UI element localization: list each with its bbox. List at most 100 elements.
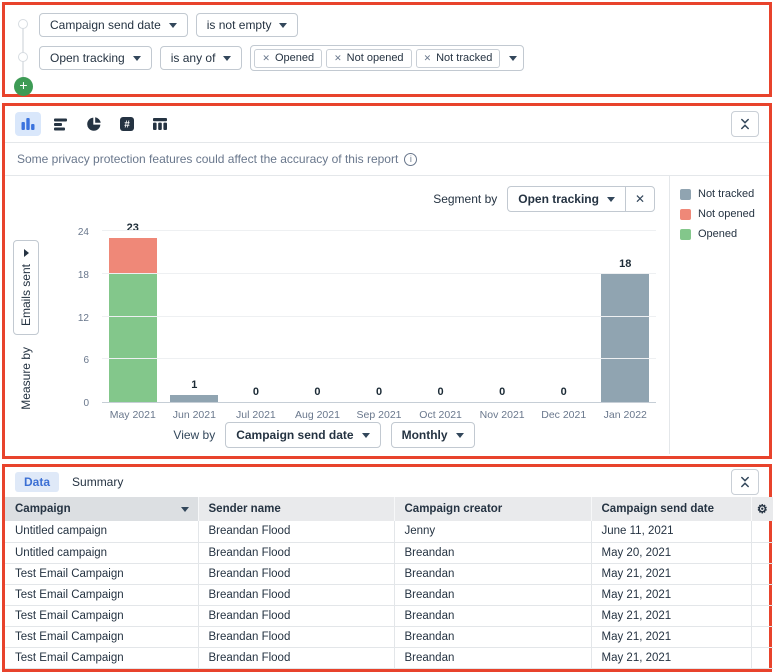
- table-row[interactable]: Test Email CampaignBreandan FloodBreanda…: [5, 626, 773, 647]
- chart-legend: Not tracked Not opened Opened: [669, 176, 769, 454]
- horizontal-bar-chart-icon[interactable]: [48, 112, 74, 136]
- measure-by-dropdown[interactable]: Emails sent: [13, 240, 39, 335]
- legend-swatch: [680, 189, 691, 200]
- table-cell: [751, 647, 773, 668]
- y-tick-label: 6: [83, 355, 89, 366]
- measure-by-value: Emails sent: [19, 264, 33, 326]
- measure-by-label: Measure by: [19, 347, 33, 410]
- view-interval-dropdown[interactable]: Monthly: [391, 422, 475, 448]
- table-cell: [751, 626, 773, 647]
- column-header[interactable]: Campaign send date: [591, 497, 751, 521]
- filter-field-dropdown[interactable]: Campaign send date: [39, 13, 188, 37]
- filter-field-dropdown[interactable]: Open tracking: [39, 46, 152, 70]
- table-row[interactable]: Untitled campaignBreandan FloodJennyJune…: [5, 521, 773, 542]
- table-report-icon[interactable]: [147, 112, 173, 136]
- number-report-icon[interactable]: #: [114, 112, 140, 136]
- table-row[interactable]: Untitled campaignBreandan FloodBreandanM…: [5, 542, 773, 563]
- tab-data[interactable]: Data: [15, 472, 59, 492]
- table-cell: [751, 605, 773, 626]
- bar-value-label: 0: [314, 386, 320, 398]
- filter-operator-dropdown[interactable]: is not empty: [196, 13, 299, 37]
- view-interval-value: Monthly: [402, 428, 448, 442]
- bar-slot: 0: [471, 231, 533, 402]
- column-header-label: Campaign creator: [405, 503, 503, 515]
- y-axis-ticks: 06121824: [67, 231, 95, 403]
- remove-chip-icon[interactable]: ✕: [334, 53, 342, 64]
- table-cell: Breandan: [394, 542, 591, 563]
- table-cell: May 21, 2021: [591, 563, 751, 584]
- column-header-label: Campaign send date: [602, 503, 714, 515]
- column-header[interactable]: Campaign creator: [394, 497, 591, 521]
- bar-segment-not-opened: [109, 238, 157, 274]
- chevron-down-icon[interactable]: [509, 56, 517, 61]
- privacy-note: Some privacy protection features could a…: [5, 143, 769, 176]
- legend-label: Not tracked: [698, 188, 754, 200]
- collapse-panel-button[interactable]: [731, 111, 759, 137]
- table-cell: Breandan: [394, 563, 591, 584]
- bar-slot: 0: [410, 231, 472, 402]
- chevron-down-icon: [133, 56, 141, 61]
- segment-by-dropdown[interactable]: Open tracking: [508, 187, 625, 211]
- info-icon[interactable]: i: [404, 153, 417, 166]
- x-axis-label: Jun 2021: [164, 409, 226, 421]
- filter-chip[interactable]: ✕Opened: [254, 49, 322, 68]
- table-cell: Test Email Campaign: [5, 626, 198, 647]
- bar-value-label: 1: [191, 379, 197, 391]
- chart-report-panel: # Some privacy protection features could…: [2, 103, 772, 459]
- table-row[interactable]: Test Email CampaignBreandan FloodBreanda…: [5, 605, 773, 626]
- campaigns-table: Campaign Sender name Campaign creator Campa…: [5, 497, 773, 669]
- column-header[interactable]: Campaign: [5, 497, 198, 521]
- filter-row: Campaign send date is not empty: [39, 13, 298, 37]
- remove-segment-button[interactable]: ✕: [625, 187, 654, 211]
- table-cell: Test Email Campaign: [5, 647, 198, 668]
- segment-by-split-button: Open tracking ✕: [507, 186, 655, 212]
- segment-by-value: Open tracking: [518, 192, 599, 206]
- table-row[interactable]: Test Email CampaignBreandan FloodBreanda…: [5, 563, 773, 584]
- bar-segment-not-tracked: [601, 274, 649, 402]
- table-row[interactable]: Test Email CampaignBreandan FloodBreanda…: [5, 647, 773, 668]
- bar-chart-icon[interactable]: [15, 112, 41, 136]
- view-by-dropdown[interactable]: Campaign send date: [225, 422, 380, 448]
- table-cell: Test Email Campaign: [5, 605, 198, 626]
- gridline: [102, 358, 656, 359]
- chip-label: Not opened: [347, 52, 404, 64]
- chip-label: Not tracked: [436, 52, 492, 64]
- bar-value-label: 0: [499, 386, 505, 398]
- table-cell: May 21, 2021: [591, 605, 751, 626]
- remove-chip-icon[interactable]: ✕: [262, 53, 270, 64]
- column-header[interactable]: Sender name: [198, 497, 394, 521]
- filter-row: Open tracking is any of ✕Opened✕Not open…: [39, 45, 524, 71]
- filter-chip[interactable]: ✕ Not opened: [326, 49, 411, 68]
- filter-operator-dropdown[interactable]: is any of: [160, 46, 243, 70]
- table-settings-button[interactable]: ⚙: [751, 497, 773, 521]
- bar-slot: 0: [348, 231, 410, 402]
- table-cell: May 21, 2021: [591, 647, 751, 668]
- table-row[interactable]: Test Email CampaignBreandan FloodBreanda…: [5, 584, 773, 605]
- remove-chip-icon[interactable]: ✕: [424, 53, 432, 64]
- y-tick-label: 12: [78, 313, 89, 324]
- filter-values-box[interactable]: ✕Opened✕Not opened✕Not tracked: [250, 45, 524, 71]
- column-header-label: Sender name: [209, 503, 281, 515]
- tab-summary[interactable]: Summary: [63, 472, 132, 492]
- privacy-note-text: Some privacy protection features could a…: [17, 152, 398, 166]
- table-header-row: Campaign Sender name Campaign creator Campa…: [5, 497, 773, 521]
- collapse-panel-button[interactable]: [731, 469, 759, 495]
- measure-by-controls: Emails sent Measure by: [13, 240, 39, 410]
- filter-chip[interactable]: ✕ Not tracked: [416, 49, 501, 68]
- add-filter-button[interactable]: +: [14, 77, 33, 96]
- view-by-value: Campaign send date: [236, 428, 353, 442]
- bar-segment-opened: [109, 274, 157, 402]
- gear-icon: ⚙: [757, 502, 768, 516]
- column-header-label: Campaign: [15, 503, 71, 515]
- table-cell: Breandan Flood: [198, 605, 394, 626]
- pie-chart-icon[interactable]: [81, 112, 107, 136]
- filter-operator-label: is not empty: [207, 18, 272, 32]
- legend-label: Not opened: [698, 208, 755, 220]
- bar-value-label: 0: [561, 386, 567, 398]
- x-axis-labels: May 2021Jun 2021Jul 2021Aug 2021Sep 2021…: [102, 409, 656, 421]
- legend-item: Opened: [680, 228, 769, 240]
- chart-type-toolbar: #: [5, 106, 769, 143]
- svg-text:#: #: [124, 120, 130, 131]
- bar-slots: 23100000018: [102, 231, 656, 402]
- x-axis-label: Sep 2021: [348, 409, 410, 421]
